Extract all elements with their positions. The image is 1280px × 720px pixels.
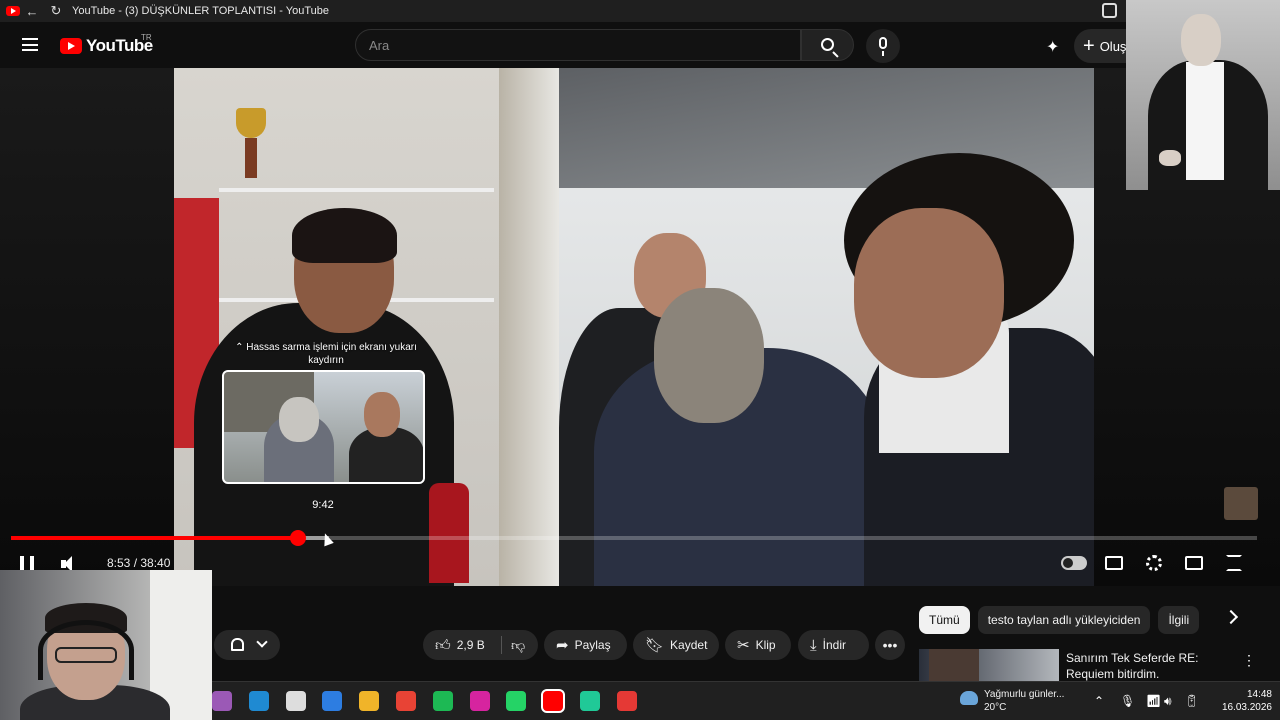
file-explorer-icon[interactable] <box>359 691 380 711</box>
scrub-hint: ⌃ Hassas sarma işlemi için ekranı yukarı… <box>235 342 417 366</box>
chevron-right-icon[interactable] <box>1223 609 1239 625</box>
video-person-1-hair <box>292 208 397 263</box>
edge-browser-icon[interactable] <box>248 691 269 711</box>
time-display: 8:53 / 38:40 <box>107 556 171 570</box>
weather-text: Yağmurlu günler... <box>984 689 1065 700</box>
masthead: YouTube TR ✦ + Oluş <box>0 22 1280 68</box>
weather-widget[interactable]: Yağmurlu günler... 20°C <box>984 688 1064 714</box>
extensions-icon[interactable] <box>1102 3 1117 18</box>
speaker-icon[interactable]: 🔊︎ <box>1164 694 1172 709</box>
youtube-app-icon[interactable] <box>541 689 566 713</box>
theater-mode-icon[interactable] <box>1185 556 1203 570</box>
search-box <box>355 29 801 61</box>
download-icon: ⤓ <box>810 636 817 654</box>
reload-icon[interactable]: ↻ <box>44 3 68 19</box>
weather-icon[interactable] <box>960 691 978 705</box>
window-title: YouTube - (3) DÜŞKÜNLER TOPLANTISI - You… <box>72 5 329 17</box>
more-actions-button[interactable]: ••• <box>875 630 905 660</box>
channel-watermark[interactable] <box>1224 487 1258 520</box>
subtitles-icon[interactable] <box>1105 556 1123 570</box>
app-icon[interactable] <box>616 691 637 711</box>
bookmark-icon: 🔖︎ <box>645 636 665 654</box>
download-button[interactable]: ⤓ İndir <box>798 630 869 660</box>
portrait-overlay-image <box>1126 0 1280 190</box>
browser-title-bar: ← ↻ YouTube - (3) DÜŞKÜNLER TOPLANTISI -… <box>0 0 1280 22</box>
sparkle-icon[interactable]: ✦ <box>1046 37 1059 57</box>
video-player[interactable]: ⌃ Hassas sarma işlemi için ekranı yukarı… <box>0 68 1280 586</box>
microphone-tray-icon[interactable]: 🎙︎ <box>1120 694 1135 708</box>
temperature: 20°C <box>984 702 1007 713</box>
progress-bar[interactable] <box>11 530 1257 546</box>
youtube-logo-icon <box>60 38 82 54</box>
share-label: Paylaş <box>574 638 611 652</box>
create-label: Oluş <box>1099 38 1127 54</box>
fullscreen-icon[interactable] <box>1226 555 1242 571</box>
youtube-favicon-icon <box>6 6 20 16</box>
clip-label: Klip <box>755 638 776 652</box>
country-code: TR <box>141 33 152 42</box>
progress-played <box>11 536 298 540</box>
clock-time: 14:48 <box>1246 689 1272 700</box>
video-scene-shelf <box>219 188 494 192</box>
search-button[interactable] <box>801 29 854 61</box>
chevron-up-icon[interactable]: ⌃ <box>1094 694 1104 708</box>
scissors-icon: ✂ <box>737 636 750 654</box>
youtube-logo[interactable]: YouTube <box>60 36 153 56</box>
settings-gear-icon[interactable] <box>1146 555 1162 571</box>
scrub-preview-time: 9:42 <box>312 499 334 511</box>
microphone-icon <box>879 37 887 56</box>
video-scene-coffee-machine <box>429 483 469 583</box>
scrub-preview-thumbnail <box>222 370 425 484</box>
video-person-4-head <box>854 208 1004 378</box>
notification-bell-button[interactable] <box>214 630 280 660</box>
copilot-app-icon[interactable] <box>212 691 232 711</box>
video-scene-pillar <box>499 68 559 586</box>
clip-button[interactable]: ✂ Klip <box>725 630 791 660</box>
arc-app-icon[interactable] <box>285 691 306 711</box>
recommendation-title[interactable]: Sanırım Tek Seferde RE: Requiem bitirdim… <box>1066 650 1226 682</box>
discord-icon[interactable] <box>580 691 600 711</box>
like-count: 2,9 B <box>456 638 485 652</box>
save-label: Kaydet <box>670 638 708 652</box>
share-icon: ➦ <box>556 636 569 654</box>
wifi-icon[interactable]: 📶︎ <box>1146 694 1161 708</box>
recommendation-menu-icon[interactable]: ⋮ <box>1242 652 1256 669</box>
chevron-down-icon <box>256 636 268 648</box>
video-scene-trophy <box>236 108 266 188</box>
bell-icon <box>231 638 244 651</box>
battery-icon[interactable]: 🔋︎ <box>1184 694 1199 708</box>
chip-related[interactable]: İlgili <box>1158 606 1200 634</box>
back-arrow-icon[interactable]: ← <box>20 4 44 19</box>
like-button[interactable]: 👍︎ 2,9 B 👎︎ <box>423 630 538 660</box>
search-icon <box>821 38 834 51</box>
plus-icon: + <box>1083 34 1095 57</box>
chip-uploader[interactable]: testo taylan adlı yükleyiciden <box>977 606 1151 634</box>
clock-date: 16.03.2026 <box>1221 702 1272 713</box>
pause-icon[interactable] <box>20 556 34 571</box>
voice-search-button[interactable] <box>866 29 900 63</box>
download-label: İndir <box>822 638 846 652</box>
chrome-browser-icon[interactable] <box>396 691 416 711</box>
thumbs-down-icon[interactable]: 👎︎ <box>511 637 525 654</box>
hamburger-menu-icon[interactable] <box>22 38 38 51</box>
taskbar: Yağmurlu günler... 20°C ⌃ 🎙︎ 📶︎ 🔊︎ 🔋︎ 14… <box>212 681 1280 720</box>
share-button[interactable]: ➦ Paylaş <box>544 630 627 660</box>
outlook-icon[interactable] <box>322 691 343 711</box>
divider <box>501 636 502 654</box>
instagram-icon[interactable] <box>469 691 490 711</box>
chip-all[interactable]: Tümü <box>919 606 970 634</box>
recommendation-chips: Tümü testo taylan adlı yükleyiciden İlgi… <box>919 606 1200 634</box>
system-clock[interactable]: 14:48 16.03.2026 <box>1216 688 1272 714</box>
whatsapp-icon[interactable] <box>506 691 527 711</box>
save-button[interactable]: 🔖︎ Kaydet <box>633 630 719 660</box>
screen: ← ↻ YouTube - (3) DÜŞKÜNLER TOPLANTISI -… <box>0 0 1280 720</box>
webcam-overlay <box>0 570 212 720</box>
thumbs-up-icon: 👍︎ <box>435 636 451 654</box>
spotify-icon[interactable] <box>432 691 453 711</box>
video-person-3-head <box>654 288 764 423</box>
autoplay-toggle[interactable] <box>1061 556 1087 570</box>
progress-scrubber-handle[interactable] <box>289 530 306 546</box>
search-input[interactable] <box>356 30 800 60</box>
